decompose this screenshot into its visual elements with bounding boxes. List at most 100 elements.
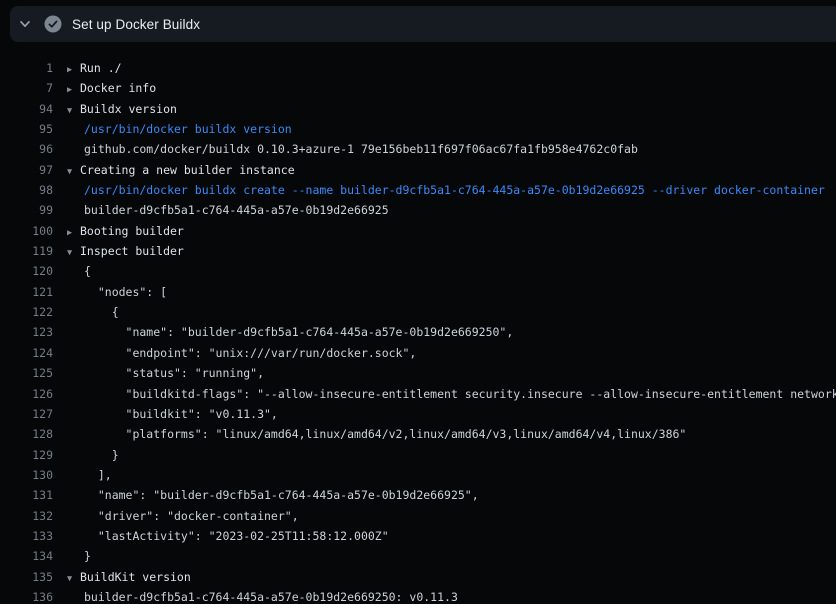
line-number[interactable]: 130 bbox=[0, 465, 53, 485]
log-line-body: /usr/bin/docker buildx version bbox=[67, 122, 292, 136]
log-line: 134} bbox=[0, 546, 836, 566]
log-line-body: { bbox=[67, 305, 119, 319]
disclosure-triangle-expanded-icon[interactable]: ▼ bbox=[67, 243, 80, 261]
log-line-body: ▶Booting builder bbox=[67, 224, 184, 238]
line-number[interactable]: 124 bbox=[0, 343, 53, 363]
log-line-body: "endpoint": "unix:///var/run/docker.sock… bbox=[67, 346, 416, 360]
line-number[interactable]: 1 bbox=[0, 58, 53, 78]
disclosure-triangle-expanded-icon[interactable]: ▼ bbox=[67, 101, 80, 119]
log-line: 123 "name": "builder-d9cfb5a1-c764-445a-… bbox=[0, 322, 836, 342]
log-line-body: ▼Buildx version bbox=[67, 102, 177, 116]
log-line[interactable]: 119 ▼Inspect builder bbox=[0, 241, 836, 261]
chevron-down-icon[interactable] bbox=[16, 15, 34, 33]
log-output-text: "lastActivity": "2023-02-25T11:58:12.000… bbox=[67, 529, 389, 543]
log-group-title[interactable]: Booting builder bbox=[80, 224, 184, 238]
log-line: 133 "lastActivity": "2023-02-25T11:58:12… bbox=[0, 526, 836, 546]
log-line[interactable]: 97 ▼Creating a new builder instance bbox=[0, 160, 836, 180]
disclosure-triangle-expanded-icon[interactable]: ▼ bbox=[67, 162, 80, 180]
line-number[interactable]: 133 bbox=[0, 526, 53, 546]
log-line: 122 { bbox=[0, 302, 836, 322]
log-line[interactable]: 100 ▶Booting builder bbox=[0, 221, 836, 241]
line-number[interactable]: 96 bbox=[0, 139, 53, 159]
line-number[interactable]: 95 bbox=[0, 119, 53, 139]
log-line-body: "name": "builder-d9cfb5a1-c764-445a-a57e… bbox=[67, 488, 479, 502]
line-number[interactable]: 134 bbox=[0, 546, 53, 566]
disclosure-triangle-collapsed-icon[interactable]: ▶ bbox=[67, 80, 80, 98]
log-line-body: github.com/docker/buildx 0.10.3+azure-1 … bbox=[67, 142, 638, 156]
disclosure-triangle-collapsed-icon[interactable]: ▶ bbox=[67, 60, 80, 78]
log-line: 129 } bbox=[0, 445, 836, 465]
log-line-body: } bbox=[67, 448, 119, 462]
log-line-body: } bbox=[67, 549, 91, 563]
log-line: 125 "status": "running", bbox=[0, 363, 836, 383]
log-line: 127 "buildkit": "v0.11.3", bbox=[0, 404, 836, 424]
step-header[interactable]: Set up Docker Buildx bbox=[10, 6, 836, 42]
log-line-body: ▶Docker info bbox=[67, 81, 156, 95]
log-group-title[interactable]: Docker info bbox=[80, 81, 156, 95]
line-number[interactable]: 7 bbox=[0, 78, 53, 98]
log-line-body: ▼Creating a new builder instance bbox=[67, 163, 295, 177]
disclosure-triangle-collapsed-icon[interactable]: ▶ bbox=[67, 223, 80, 241]
log-line[interactable]: 135 ▼BuildKit version bbox=[0, 567, 836, 587]
line-number[interactable]: 136 bbox=[0, 587, 53, 604]
line-number[interactable]: 119 bbox=[0, 241, 53, 261]
log-line: 130 ], bbox=[0, 465, 836, 485]
log-line-body: "platforms": "linux/amd64,linux/amd64/v2… bbox=[67, 427, 686, 441]
log-output-text: "nodes": [ bbox=[67, 285, 167, 299]
log-output-text: builder-d9cfb5a1-c764-445a-a57e-0b19d2e6… bbox=[67, 590, 458, 604]
log-group-title[interactable]: Buildx version bbox=[80, 102, 177, 116]
log-group-title[interactable]: Run ./ bbox=[80, 61, 122, 75]
log-group-title[interactable]: Inspect builder bbox=[80, 244, 184, 258]
log-output-text: "buildkitd-flags": "--allow-insecure-ent… bbox=[67, 387, 836, 401]
log-output-text: { bbox=[67, 305, 119, 319]
log-line: 95/usr/bin/docker buildx version bbox=[0, 119, 836, 139]
line-number[interactable]: 135 bbox=[0, 567, 53, 587]
log-output-text: "name": "builder-d9cfb5a1-c764-445a-a57e… bbox=[67, 325, 513, 339]
line-number[interactable]: 132 bbox=[0, 506, 53, 526]
log-output-text: "platforms": "linux/amd64,linux/amd64/v2… bbox=[67, 427, 686, 441]
line-number[interactable]: 120 bbox=[0, 261, 53, 281]
log-line-body: /usr/bin/docker buildx create --name bui… bbox=[67, 183, 825, 197]
line-number[interactable]: 94 bbox=[0, 99, 53, 119]
log-line-body: builder-d9cfb5a1-c764-445a-a57e-0b19d2e6… bbox=[67, 590, 458, 604]
disclosure-triangle-expanded-icon[interactable]: ▼ bbox=[67, 569, 80, 587]
line-number[interactable]: 127 bbox=[0, 404, 53, 424]
log-line[interactable]: 94 ▼Buildx version bbox=[0, 99, 836, 119]
log-output-text: "name": "builder-d9cfb5a1-c764-445a-a57e… bbox=[67, 488, 479, 502]
log-group-title[interactable]: BuildKit version bbox=[80, 570, 191, 584]
log-command-text: /usr/bin/docker buildx create --name bui… bbox=[67, 183, 825, 197]
line-number[interactable]: 126 bbox=[0, 384, 53, 404]
line-number[interactable]: 122 bbox=[0, 302, 53, 322]
line-number[interactable]: 97 bbox=[0, 160, 53, 180]
log-line[interactable]: 1 ▶Run ./ bbox=[0, 58, 836, 78]
log-line-body: "lastActivity": "2023-02-25T11:58:12.000… bbox=[67, 529, 389, 543]
line-number[interactable]: 128 bbox=[0, 424, 53, 444]
line-number[interactable]: 131 bbox=[0, 485, 53, 505]
log-line-body: ], bbox=[67, 468, 112, 482]
log-output-text: "endpoint": "unix:///var/run/docker.sock… bbox=[67, 346, 416, 360]
line-number[interactable]: 121 bbox=[0, 282, 53, 302]
line-number[interactable]: 123 bbox=[0, 322, 53, 342]
log-line[interactable]: 7 ▶Docker info bbox=[0, 78, 836, 98]
log-line-body: "buildkitd-flags": "--allow-insecure-ent… bbox=[67, 387, 836, 401]
log-line: 124 "endpoint": "unix:///var/run/docker.… bbox=[0, 343, 836, 363]
log-lines: 1▶Run ./7▶Docker info94▼Buildx version95… bbox=[0, 42, 836, 604]
line-number[interactable]: 100 bbox=[0, 221, 53, 241]
log-line-body: "status": "running", bbox=[67, 366, 264, 380]
log-group-title[interactable]: Creating a new builder instance bbox=[80, 163, 295, 177]
log-output-text: { bbox=[67, 264, 91, 278]
log-command-text: /usr/bin/docker buildx version bbox=[67, 122, 292, 136]
line-number[interactable]: 98 bbox=[0, 180, 53, 200]
log-line-body: "driver": "docker-container", bbox=[67, 509, 299, 523]
log-line: 128 "platforms": "linux/amd64,linux/amd6… bbox=[0, 424, 836, 444]
log-line-body: "nodes": [ bbox=[67, 285, 167, 299]
log-output-text: } bbox=[67, 549, 91, 563]
line-number[interactable]: 129 bbox=[0, 445, 53, 465]
log-line: 132 "driver": "docker-container", bbox=[0, 506, 836, 526]
log-line: 121 "nodes": [ bbox=[0, 282, 836, 302]
line-number[interactable]: 99 bbox=[0, 200, 53, 220]
log-output-text: "status": "running", bbox=[67, 366, 264, 380]
line-number[interactable]: 125 bbox=[0, 363, 53, 383]
log-line: 96 github.com/docker/buildx 0.10.3+azure-… bbox=[0, 139, 836, 159]
log-line: 99builder-d9cfb5a1-c764-445a-a57e-0b19d2… bbox=[0, 200, 836, 220]
